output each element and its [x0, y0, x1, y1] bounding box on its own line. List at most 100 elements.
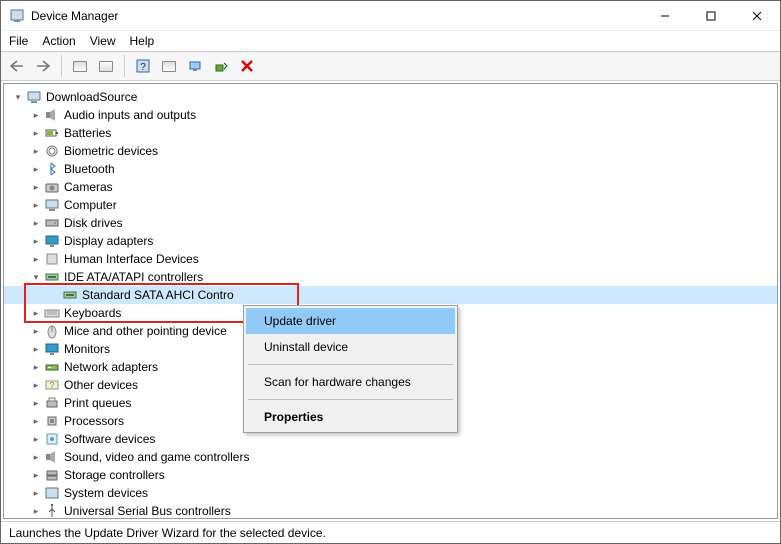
ctx-update-driver[interactable]: Update driver [246, 308, 455, 334]
chevron-right-icon[interactable]: ▸ [30, 235, 42, 247]
computer-icon [26, 89, 42, 105]
maximize-button[interactable] [688, 1, 734, 31]
svg-text:?: ? [50, 381, 55, 390]
toolbar-icon-button[interactable] [157, 54, 181, 78]
tree-item-label: Biometric devices [64, 144, 158, 158]
device-category-icon [44, 323, 60, 339]
device-category-icon [44, 341, 60, 357]
ctx-separator [248, 399, 453, 400]
tree-item-label: Batteries [64, 126, 111, 140]
help-button[interactable]: ? [131, 54, 155, 78]
tree-item-label: Display adapters [64, 234, 153, 248]
chevron-right-icon[interactable]: ▸ [30, 397, 42, 409]
tree-root[interactable]: ▾ DownloadSource [4, 88, 777, 106]
tree-root-label: DownloadSource [46, 90, 137, 104]
device-category-icon [44, 449, 60, 465]
tree-item-label: Mice and other pointing device [64, 324, 227, 338]
device-category-icon [44, 161, 60, 177]
app-icon [9, 8, 25, 24]
tree-item[interactable]: ▸ Audio inputs and outputs [4, 106, 777, 124]
device-category-icon [44, 233, 60, 249]
device-tree[interactable]: ▾ DownloadSource ▸ Audio inputs and outpu… [3, 83, 778, 519]
properties-button[interactable] [94, 54, 118, 78]
chevron-right-icon[interactable]: ▸ [30, 109, 42, 121]
chevron-right-icon[interactable]: ▸ [30, 433, 42, 445]
tree-item-label: Human Interface Devices [64, 252, 199, 266]
tree-item-label: Audio inputs and outputs [64, 108, 196, 122]
device-category-icon [44, 485, 60, 501]
ctx-uninstall-device[interactable]: Uninstall device [246, 334, 455, 360]
tree-item-label: Computer [64, 198, 117, 212]
ctx-properties[interactable]: Properties [246, 404, 455, 430]
chevron-down-icon[interactable]: ▾ [12, 91, 24, 103]
tree-item[interactable]: ▸ Batteries [4, 124, 777, 142]
tree-item[interactable]: ▸ Biometric devices [4, 142, 777, 160]
chevron-right-icon[interactable]: ▸ [30, 361, 42, 373]
tree-item-label: Standard SATA AHCI Contro [82, 288, 234, 302]
tree-item[interactable]: ▸ System devices [4, 484, 777, 502]
tree-item[interactable]: ▸ Sound, video and game controllers [4, 448, 777, 466]
tree-item-label: System devices [64, 486, 148, 500]
chevron-right-icon[interactable]: ▸ [30, 343, 42, 355]
device-category-icon: ? [44, 377, 60, 393]
chevron-down-icon[interactable]: ▾ [30, 271, 42, 283]
tree-item[interactable]: ▾IDE ATA/ATAPI controllers [4, 268, 777, 286]
tree-item[interactable]: ▸ Cameras [4, 178, 777, 196]
chevron-right-icon[interactable]: ▸ [30, 307, 42, 319]
tree-item-label: Print queues [64, 396, 131, 410]
tree-item-label: Software devices [64, 432, 155, 446]
menu-help[interactable]: Help [130, 34, 155, 48]
status-text: Launches the Update Driver Wizard for th… [9, 526, 326, 540]
chevron-right-icon[interactable]: ▸ [30, 415, 42, 427]
back-button[interactable] [5, 54, 29, 78]
tree-item[interactable]: ▸ Display adapters [4, 232, 777, 250]
tree-item-selected[interactable]: Standard SATA AHCI Contro [4, 286, 777, 304]
tree-item-label: Monitors [64, 342, 110, 356]
chevron-right-icon[interactable]: ▸ [30, 181, 42, 193]
tree-item-label: Cameras [64, 180, 113, 194]
ctx-uninstall-label: Uninstall device [264, 340, 348, 354]
minimize-button[interactable] [642, 1, 688, 31]
device-category-icon [44, 197, 60, 213]
tree-item[interactable]: ▸Universal Serial Bus controllers [4, 502, 777, 519]
tree-item[interactable]: ▸Bluetooth [4, 160, 777, 178]
tree-item[interactable]: ▸ Computer [4, 196, 777, 214]
toolbar: ? [1, 51, 780, 81]
menu-action[interactable]: Action [42, 34, 75, 48]
chevron-right-icon[interactable]: ▸ [30, 253, 42, 265]
chevron-right-icon[interactable]: ▸ [30, 325, 42, 337]
window-title: Device Manager [31, 9, 642, 23]
tree-item-label: Storage controllers [64, 468, 165, 482]
uninstall-button[interactable] [235, 54, 259, 78]
ctx-scan-hardware[interactable]: Scan for hardware changes [246, 369, 455, 395]
device-category-icon [44, 143, 60, 159]
tree-item-label: Keyboards [64, 306, 121, 320]
menubar: File Action View Help [1, 31, 780, 51]
device-category-icon [44, 431, 60, 447]
update-driver-button[interactable] [209, 54, 233, 78]
controller-icon [62, 287, 78, 303]
chevron-right-icon[interactable]: ▸ [30, 487, 42, 499]
show-hide-tree-button[interactable] [68, 54, 92, 78]
chevron-right-icon[interactable]: ▸ [30, 379, 42, 391]
tree-item[interactable]: ▸ Disk drives [4, 214, 777, 232]
chevron-right-icon[interactable]: ▸ [30, 217, 42, 229]
chevron-right-icon[interactable]: ▸ [30, 145, 42, 157]
chevron-right-icon[interactable]: ▸ [30, 127, 42, 139]
chevron-right-icon[interactable]: ▸ [30, 163, 42, 175]
tree-item-label: Sound, video and game controllers [64, 450, 249, 464]
menu-file[interactable]: File [9, 34, 28, 48]
scan-hardware-button[interactable] [183, 54, 207, 78]
tree-item[interactable]: ▸ Human Interface Devices [4, 250, 777, 268]
device-category-icon [44, 305, 60, 321]
forward-button[interactable] [31, 54, 55, 78]
tree-item[interactable]: ▸ Storage controllers [4, 466, 777, 484]
tree-item-label: Disk drives [64, 216, 123, 230]
chevron-right-icon[interactable]: ▸ [30, 469, 42, 481]
close-button[interactable] [734, 1, 780, 31]
menu-view[interactable]: View [90, 34, 116, 48]
chevron-right-icon[interactable]: ▸ [30, 505, 42, 517]
chevron-right-icon[interactable]: ▸ [30, 199, 42, 211]
titlebar: Device Manager [1, 1, 780, 31]
chevron-right-icon[interactable]: ▸ [30, 451, 42, 463]
